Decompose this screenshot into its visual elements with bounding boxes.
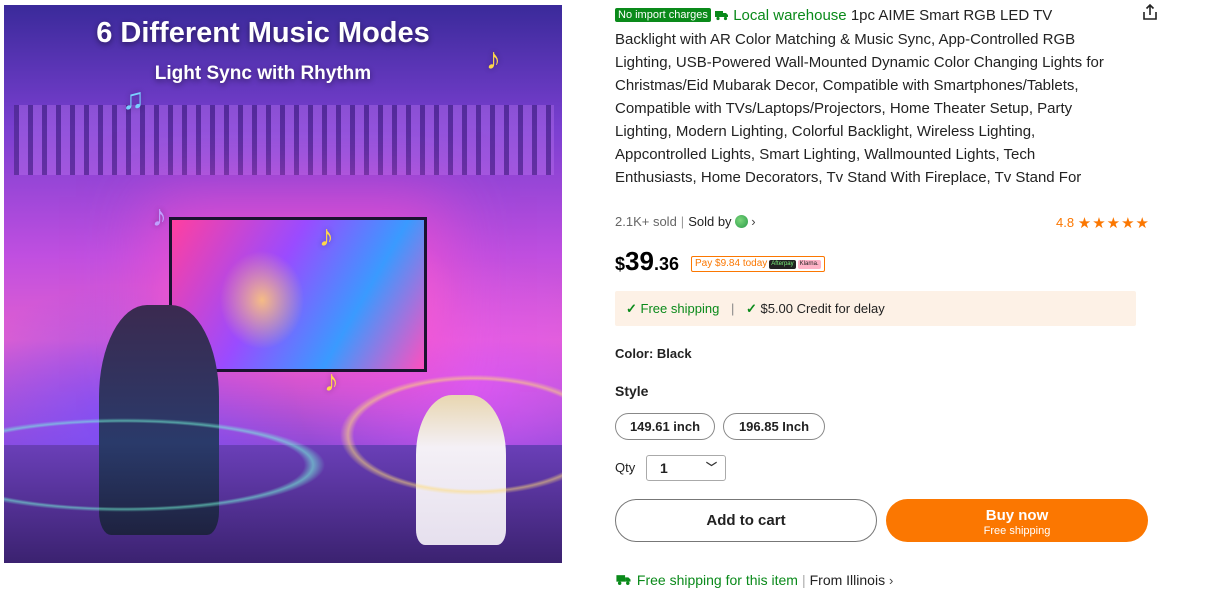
- sold-row: 2.1K+ sold | Sold by › 4.8 ★★★★★: [615, 214, 1150, 232]
- music-note-icon: ♫: [122, 83, 145, 116]
- sold-by-link[interactable]: Sold by ›: [688, 214, 755, 229]
- product-title: 1pc AIME Smart RGB LED TV Backlight with…: [615, 7, 1104, 186]
- style-label: Style: [615, 383, 649, 399]
- credit-for-delay-label: $5.00 Credit for delay: [760, 301, 885, 316]
- rating[interactable]: 4.8 ★★★★★: [1056, 214, 1150, 232]
- quantity-select[interactable]: 1 ﹀: [646, 455, 726, 481]
- price-currency: $: [615, 254, 626, 274]
- buy-now-label: Buy now: [985, 506, 1049, 524]
- price: $39.36: [615, 246, 679, 276]
- check-icon: ✓: [626, 301, 637, 316]
- price-row: $39.36 Pay $9.84 today Afterpay Klarna.: [615, 246, 825, 276]
- product-image[interactable]: ♪ ♫ ♪ ♪ ♪ 6 Different Music Modes Light …: [4, 5, 562, 563]
- local-warehouse-label: Local warehouse: [733, 7, 847, 24]
- klarna-logo: Klarna.: [797, 260, 821, 269]
- free-shipping-item-label: Free shipping for this item: [636, 572, 798, 588]
- installment-text: Pay $9.84 today: [695, 258, 768, 269]
- afterpay-logo: Afterpay: [769, 260, 796, 269]
- style-option-149-61-inch[interactable]: 149.61 inch: [615, 413, 715, 440]
- ships-from-label: From Illinois: [809, 572, 886, 588]
- music-note-icon: ♪: [152, 200, 167, 233]
- shipping-bar[interactable]: ✓ Free shipping | ✓ $5.00 Credit for del…: [615, 291, 1136, 326]
- quantity-value: 1: [660, 460, 668, 476]
- no-import-charges-badge: No import charges: [615, 8, 711, 22]
- shipping-origin-row[interactable]: Free shipping for this item | From Illinoi…: [615, 572, 893, 589]
- sold-count: 2.1K+ sold: [615, 214, 677, 229]
- price-decimal: .36: [653, 254, 679, 274]
- share-icon[interactable]: [1140, 2, 1160, 22]
- free-shipping-label: Free shipping: [640, 301, 720, 316]
- image-wall-slats: [14, 105, 554, 175]
- installment-badge[interactable]: Pay $9.84 today Afterpay Klarna.: [691, 256, 825, 272]
- chevron-down-icon: ﹀: [706, 462, 717, 474]
- color-label: Color: Black: [615, 346, 692, 361]
- buy-now-sub-label: Free shipping: [983, 524, 1051, 537]
- chevron-right-icon: ›: [888, 573, 894, 588]
- check-icon: ✓: [745, 301, 757, 316]
- star-icon: ★★★★★: [1077, 215, 1150, 232]
- music-note-icon: ♪: [324, 365, 339, 398]
- image-light-waves: [4, 345, 562, 563]
- qty-label: Qty: [615, 460, 636, 475]
- sold-by-label: Sold by: [688, 214, 732, 229]
- seller-avatar: [734, 215, 748, 228]
- truck-icon: [615, 573, 633, 589]
- add-to-cart-button[interactable]: Add to cart: [615, 499, 877, 542]
- price-integer: 39: [625, 246, 654, 276]
- image-headline: 6 Different Music Modes: [96, 17, 430, 49]
- buy-now-button[interactable]: Buy now Free shipping: [886, 499, 1148, 542]
- rating-value: 4.8: [1056, 215, 1075, 230]
- music-note-icon: ♪: [319, 220, 334, 253]
- style-option-196-85-inch[interactable]: 196.85 Inch: [723, 413, 825, 440]
- chevron-right-icon: ›: [751, 214, 756, 229]
- product-title-block: No import charges Local warehouse 1pc AI…: [615, 4, 1105, 189]
- image-subheadline: Light Sync with Rhythm: [154, 63, 372, 84]
- truck-icon: [715, 5, 729, 28]
